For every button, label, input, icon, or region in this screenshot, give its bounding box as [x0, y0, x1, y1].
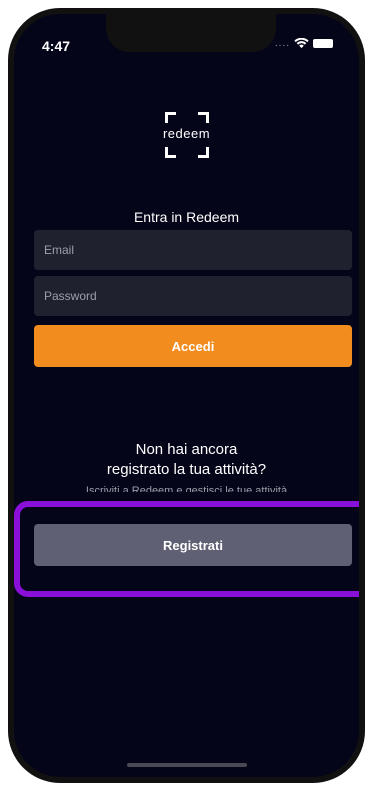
- register-button[interactable]: Registrati: [34, 524, 352, 566]
- login-title: Entra in Redeem: [133, 209, 240, 225]
- wifi-icon: [294, 38, 309, 49]
- device-notch: [106, 14, 276, 52]
- login-button[interactable]: Accedi: [34, 325, 352, 367]
- app-screen: 4:47 .... redeem Entra in Redeem Accedi …: [14, 14, 359, 777]
- register-prompt: Non hai ancora registrato la tua attivit…: [106, 441, 267, 478]
- logo-corner-bl: [164, 147, 176, 158]
- status-time: 4:47: [42, 38, 71, 54]
- redeem-logo: redeem: [159, 112, 215, 158]
- logo-text: redeem: [162, 126, 211, 141]
- logo-corner-br: [197, 147, 209, 158]
- logo-corner-tl: [164, 112, 176, 123]
- register-subtitle: Iscriviti a Redeem e gestisci le tue att…: [85, 485, 288, 492]
- battery-icon: [313, 39, 333, 48]
- signal-dots: ....: [274, 38, 290, 49]
- phone-frame: 4:47 .... redeem Entra in Redeem Accedi …: [8, 8, 365, 783]
- status-icons: ....: [275, 38, 333, 49]
- password-field[interactable]: [34, 276, 352, 316]
- email-field[interactable]: [34, 230, 352, 270]
- logo-corner-tr: [197, 112, 209, 123]
- home-indicator: [126, 763, 247, 767]
